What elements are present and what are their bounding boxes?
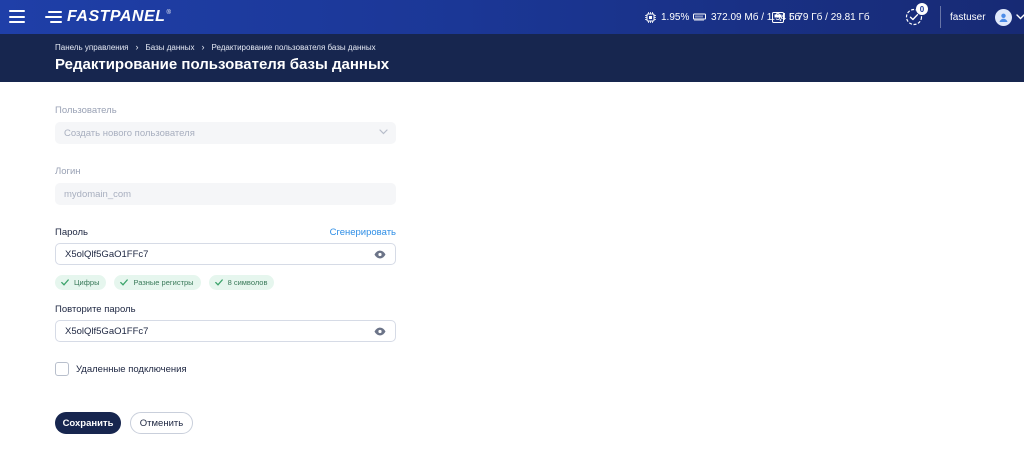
topbar-divider: [940, 6, 941, 28]
password-requirements: Цифры Разные регистры 8 символов: [55, 275, 282, 290]
check-icon: [214, 279, 223, 286]
disk-icon: [772, 11, 784, 23]
cpu-icon: [645, 11, 656, 23]
cancel-button[interactable]: Отменить: [130, 412, 193, 434]
password-field[interactable]: X5olQlf5GaO1FFc7: [55, 243, 396, 265]
cpu-usage: 1.95%: [645, 11, 690, 23]
requirement-mixed-case: Разные регистры: [114, 275, 201, 290]
disk-usage: 5.79 Гб / 29.81 Гб: [772, 11, 870, 23]
user-select[interactable]: Создать нового пользователя: [55, 122, 396, 144]
breadcrumb-separator: ›: [201, 42, 205, 52]
user-menu[interactable]: fastuser: [950, 0, 1024, 34]
tasks-count-badge: 0: [916, 3, 928, 15]
memory-icon: [693, 13, 706, 21]
password-label: Пароль: [55, 227, 88, 238]
tasks-button[interactable]: 0: [905, 3, 928, 26]
save-button[interactable]: Сохранить: [55, 412, 121, 434]
page-title: Редактирование пользователя базы данных: [55, 56, 390, 73]
disk-value: 5.79 Гб / 29.81 Гб: [789, 11, 870, 23]
repeat-password-label: Повторите пароль: [55, 304, 136, 315]
requirement-digits: Цифры: [55, 275, 107, 290]
repeat-password-field[interactable]: X5olQlf5GaO1FFc7: [55, 320, 396, 342]
user-select-value: Создать нового пользователя: [64, 127, 195, 139]
eye-icon[interactable]: [374, 250, 386, 259]
username: fastuser: [950, 11, 986, 23]
cpu-value: 1.95%: [661, 11, 690, 23]
breadcrumb-databases[interactable]: Базы данных: [146, 43, 195, 52]
login-value: mydomain_com: [64, 188, 132, 200]
requirement-length: 8 символов: [208, 275, 275, 290]
breadcrumb-current: Редактирование пользователя базы данных: [211, 42, 376, 52]
chevron-down-icon: [1015, 14, 1024, 20]
remote-connections-checkbox[interactable]: [55, 362, 69, 376]
password-value: X5olQlf5GaO1FFc7: [65, 248, 149, 260]
check-icon: [120, 279, 129, 286]
top-bar: FASTPANEL ® 1.95% 372.09 Мб / 1.94 Гб 5.…: [0, 0, 1024, 34]
remote-connections-label: Удаленные подключения: [76, 363, 187, 375]
page-header: Панель управления › Базы данных › Редакт…: [0, 34, 1024, 82]
chevron-down-icon: [379, 129, 388, 135]
generate-password-link[interactable]: Сгенерировать: [330, 227, 396, 238]
breadcrumb: Панель управления › Базы данных › Редакт…: [55, 42, 376, 52]
eye-icon[interactable]: [374, 327, 386, 336]
repeat-password-value: X5olQlf5GaO1FFc7: [65, 325, 149, 337]
login-label: Логин: [55, 166, 81, 177]
breadcrumb-separator: ›: [135, 42, 139, 52]
check-icon: [61, 279, 69, 286]
login-field[interactable]: mydomain_com: [55, 183, 396, 205]
user-label: Пользователь: [55, 105, 117, 116]
user-avatar-icon: [994, 8, 1012, 26]
remote-connections-option[interactable]: Удаленные подключения: [55, 362, 187, 376]
breadcrumb-dashboard[interactable]: Панель управления: [55, 43, 129, 52]
